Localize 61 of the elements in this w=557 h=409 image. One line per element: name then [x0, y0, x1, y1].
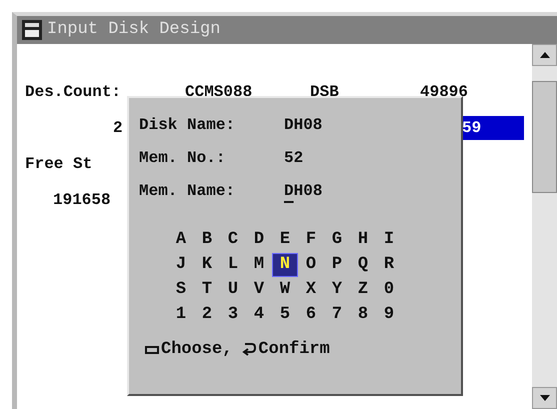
character-key[interactable]: R — [377, 254, 401, 276]
character-key[interactable]: I — [377, 228, 401, 250]
character-key[interactable]: 4 — [247, 304, 271, 326]
character-key[interactable]: T — [195, 278, 219, 300]
scroll-thumb[interactable] — [532, 80, 557, 192]
character-key[interactable]: X — [299, 278, 323, 300]
window-icon — [21, 19, 43, 41]
scroll-down-button[interactable] — [532, 387, 557, 409]
down-arrow-icon — [540, 395, 550, 401]
field-label: Disk Name: — [139, 114, 236, 136]
enter-icon — [242, 342, 256, 358]
character-key[interactable]: D — [247, 228, 271, 250]
character-key[interactable]: S — [169, 278, 193, 300]
character-key[interactable]: 6 — [299, 304, 323, 326]
character-key[interactable]: K — [195, 254, 219, 276]
character-key[interactable]: C — [221, 228, 245, 250]
window-title: Input Disk Design — [47, 19, 220, 42]
character-key[interactable]: 7 — [325, 304, 349, 326]
character-key[interactable]: N — [273, 254, 297, 276]
character-key[interactable]: 9 — [377, 304, 401, 326]
character-key[interactable]: F — [299, 228, 323, 250]
character-key[interactable]: O — [299, 254, 323, 276]
character-key[interactable]: G — [325, 228, 349, 250]
field-text: Des.Count: — [25, 82, 122, 103]
field-value: DH08 — [284, 180, 322, 202]
scrollbar[interactable] — [532, 44, 557, 409]
field-value: DH08 — [284, 114, 322, 136]
selected-value: 59 — [460, 116, 524, 140]
field-label: Mem. Name: — [139, 180, 236, 202]
field-text: 2 — [113, 118, 124, 139]
field-text: CCMS088 — [185, 82, 254, 103]
character-key[interactable]: M — [247, 254, 271, 276]
character-key[interactable]: W — [273, 278, 297, 300]
character-key[interactable]: J — [169, 254, 193, 276]
character-key[interactable]: 1 — [169, 304, 193, 326]
key-icon — [145, 346, 159, 354]
character-key[interactable]: 3 — [221, 304, 245, 326]
character-key[interactable]: 2 — [195, 304, 219, 326]
field-value: 52 — [284, 148, 304, 168]
character-key[interactable]: B — [195, 228, 219, 250]
character-key[interactable]: L — [221, 254, 245, 276]
character-key[interactable]: 8 — [351, 304, 375, 326]
hint-text: Confirm — [258, 339, 330, 361]
field-label: Mem. No.: — [139, 148, 226, 168]
character-key[interactable]: H — [351, 228, 375, 250]
hint-text: Choose, — [161, 339, 232, 361]
character-key[interactable]: U — [221, 278, 245, 300]
field-text: DSB — [310, 82, 340, 103]
character-key[interactable]: Y — [325, 278, 349, 300]
character-key[interactable]: P — [325, 254, 349, 276]
character-key[interactable]: E — [273, 228, 297, 250]
character-key[interactable]: 0 — [377, 278, 401, 300]
character-key[interactable]: A — [169, 228, 193, 250]
up-arrow-icon — [540, 52, 550, 58]
field-text: 49896 — [420, 82, 470, 103]
character-key[interactable]: 5 — [273, 304, 297, 326]
character-key[interactable]: Z — [351, 278, 375, 300]
character-key[interactable]: Q — [351, 254, 375, 276]
scroll-up-button[interactable] — [532, 44, 557, 66]
character-key[interactable]: V — [247, 278, 271, 300]
field-text: Free St — [25, 154, 94, 175]
